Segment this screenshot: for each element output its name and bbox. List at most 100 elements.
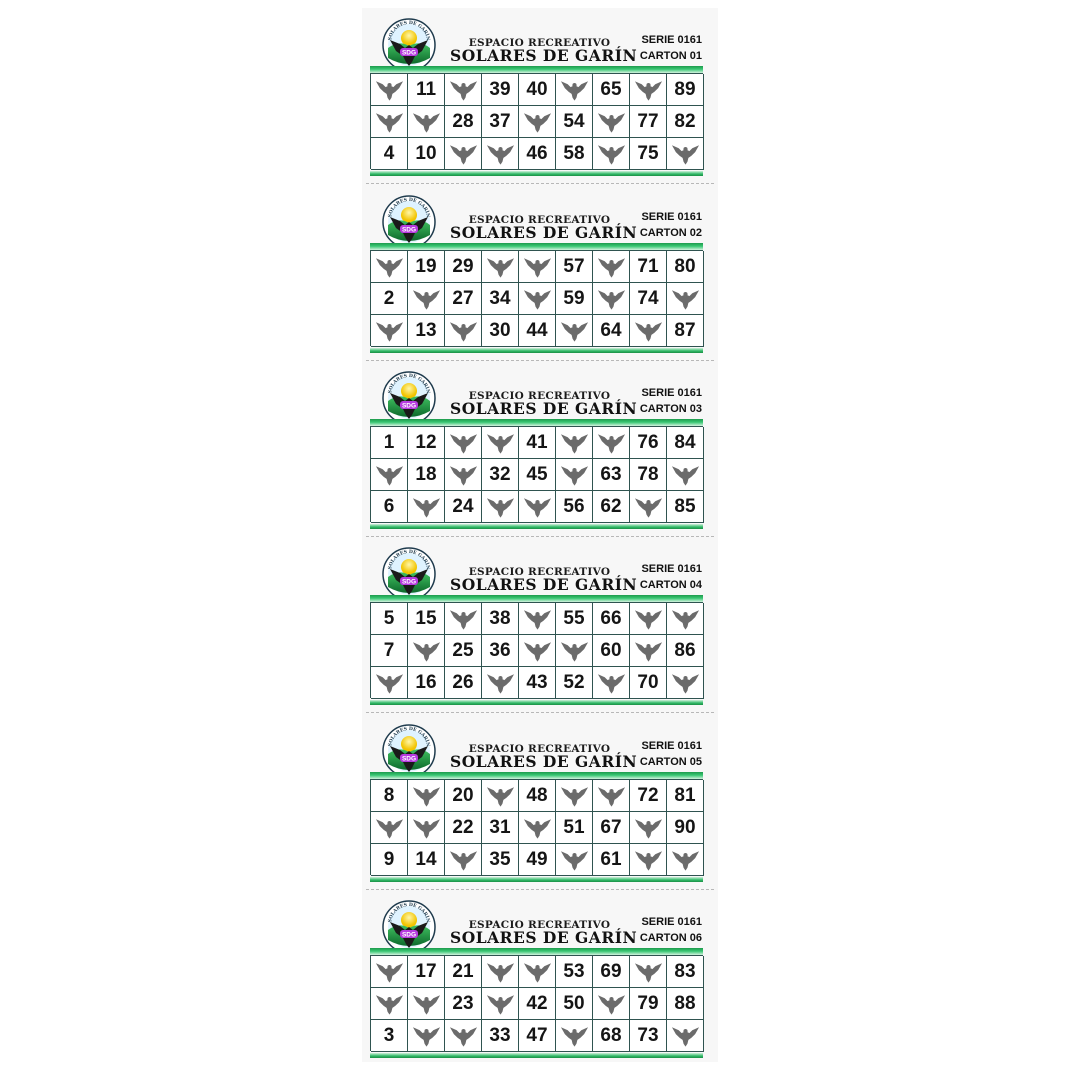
bingo-card: SDG SOLARES DE GARÍN ESPACIO RECREATIVO SOL… bbox=[362, 537, 718, 713]
number-cell: 10 bbox=[408, 138, 445, 170]
bingo-grid: 8 20 48 72 81 22 31 51 67 90 9 14 35 49 61 bbox=[370, 779, 704, 876]
eagle-icon bbox=[667, 603, 704, 635]
eagle-icon bbox=[445, 1020, 482, 1052]
eagle-icon bbox=[667, 459, 704, 491]
number-cell: 36 bbox=[482, 635, 519, 667]
sdg-logo-icon: SDG SOLARES DE GARÍN bbox=[382, 724, 436, 778]
sdg-logo-icon: SDG SOLARES DE GARÍN bbox=[382, 547, 436, 601]
serie-label: SERIE 0161 bbox=[641, 563, 702, 575]
number-cell: 40 bbox=[519, 74, 556, 106]
number-cell: 3 bbox=[371, 1020, 408, 1052]
number-cell: 17 bbox=[408, 956, 445, 988]
number-cell: 21 bbox=[445, 956, 482, 988]
number-cell: 35 bbox=[482, 844, 519, 876]
number-cell: 82 bbox=[667, 106, 704, 138]
svg-text:SDG: SDG bbox=[402, 579, 416, 586]
bingo-grid: 1 12 41 76 84 18 32 45 63 78 6 24 56 62 85 bbox=[370, 426, 704, 523]
number-cell: 48 bbox=[519, 780, 556, 812]
number-cell: 79 bbox=[630, 988, 667, 1020]
number-cell: 30 bbox=[482, 315, 519, 347]
bingo-grid: 17 21 53 69 83 23 42 50 79 88 3 33 47 68 73 bbox=[370, 955, 704, 1052]
sdg-logo-icon: SDG SOLARES DE GARÍN bbox=[382, 18, 436, 72]
green-band-bottom bbox=[370, 171, 703, 176]
eagle-icon bbox=[593, 138, 630, 170]
number-cell: 37 bbox=[482, 106, 519, 138]
svg-text:SDG: SDG bbox=[402, 756, 416, 763]
number-cell: 81 bbox=[667, 780, 704, 812]
green-band-bottom bbox=[370, 348, 703, 353]
number-cell: 11 bbox=[408, 74, 445, 106]
eagle-icon bbox=[482, 138, 519, 170]
number-cell: 76 bbox=[630, 427, 667, 459]
bingo-card: SDG SOLARES DE GARÍN ESPACIO RECREATIVO SOL… bbox=[362, 361, 718, 537]
green-band-bottom bbox=[370, 524, 703, 529]
eagle-icon bbox=[667, 138, 704, 170]
bingo-sheet: SDG SOLARES DE GARÍN ESPACIO RECREATIVO SOL… bbox=[362, 8, 718, 1062]
eagle-icon bbox=[667, 283, 704, 315]
bingo-card: SDG SOLARES DE GARÍN ESPACIO RECREATIVO SOL… bbox=[362, 185, 718, 361]
green-band-top bbox=[370, 66, 703, 73]
number-cell: 13 bbox=[408, 315, 445, 347]
number-cell: 15 bbox=[408, 603, 445, 635]
green-band-bottom bbox=[370, 700, 703, 705]
number-cell: 60 bbox=[593, 635, 630, 667]
bingo-card: SDG SOLARES DE GARÍN ESPACIO RECREATIVO SOL… bbox=[362, 714, 718, 890]
bingo-grid: 5 15 38 55 66 7 25 36 60 86 16 26 43 52 70 bbox=[370, 602, 704, 699]
serie-label: SERIE 0161 bbox=[641, 916, 702, 928]
eagle-icon bbox=[371, 251, 408, 283]
carton-label: CARTON 03 bbox=[639, 403, 702, 415]
green-band-top bbox=[370, 772, 703, 779]
number-cell: 88 bbox=[667, 988, 704, 1020]
number-cell: 46 bbox=[519, 138, 556, 170]
bingo-grid: 19 29 57 71 80 2 27 34 59 74 13 30 44 64 87 bbox=[370, 250, 704, 347]
number-cell: 90 bbox=[667, 812, 704, 844]
eagle-icon bbox=[445, 315, 482, 347]
carton-label: CARTON 04 bbox=[639, 579, 702, 591]
number-cell: 57 bbox=[556, 251, 593, 283]
number-cell: 20 bbox=[445, 780, 482, 812]
green-band-bottom bbox=[370, 877, 703, 882]
green-band-top bbox=[370, 595, 703, 602]
eagle-icon bbox=[519, 635, 556, 667]
number-cell: 51 bbox=[556, 812, 593, 844]
title-big: SOLARES DE GARÍN bbox=[450, 399, 638, 418]
eagle-icon bbox=[630, 491, 667, 523]
carton-label: CARTON 05 bbox=[639, 756, 702, 768]
number-cell: 69 bbox=[593, 956, 630, 988]
number-cell: 64 bbox=[593, 315, 630, 347]
number-cell: 8 bbox=[371, 780, 408, 812]
carton-label: CARTON 01 bbox=[639, 50, 702, 62]
carton-label: CARTON 06 bbox=[639, 932, 702, 944]
serie-label: SERIE 0161 bbox=[641, 740, 702, 752]
eagle-icon bbox=[593, 251, 630, 283]
cut-line bbox=[366, 712, 714, 713]
number-cell: 16 bbox=[408, 667, 445, 699]
eagle-icon bbox=[371, 106, 408, 138]
number-cell: 9 bbox=[371, 844, 408, 876]
title-big: SOLARES DE GARÍN bbox=[450, 752, 638, 771]
number-cell: 6 bbox=[371, 491, 408, 523]
carton-label: CARTON 02 bbox=[639, 227, 702, 239]
number-cell: 32 bbox=[482, 459, 519, 491]
number-cell: 54 bbox=[556, 106, 593, 138]
number-cell: 70 bbox=[630, 667, 667, 699]
number-cell: 62 bbox=[593, 491, 630, 523]
number-cell: 39 bbox=[482, 74, 519, 106]
eagle-icon bbox=[630, 812, 667, 844]
number-cell: 31 bbox=[482, 812, 519, 844]
eagle-icon bbox=[667, 844, 704, 876]
eagle-icon bbox=[519, 283, 556, 315]
number-cell: 75 bbox=[630, 138, 667, 170]
number-cell: 23 bbox=[445, 988, 482, 1020]
eagle-icon bbox=[519, 106, 556, 138]
eagle-icon bbox=[556, 459, 593, 491]
eagle-icon bbox=[667, 667, 704, 699]
eagle-icon bbox=[371, 459, 408, 491]
eagle-icon bbox=[630, 74, 667, 106]
eagle-icon bbox=[482, 667, 519, 699]
number-cell: 63 bbox=[593, 459, 630, 491]
number-cell: 89 bbox=[667, 74, 704, 106]
number-cell: 71 bbox=[630, 251, 667, 283]
eagle-icon bbox=[445, 459, 482, 491]
eagle-icon bbox=[519, 956, 556, 988]
